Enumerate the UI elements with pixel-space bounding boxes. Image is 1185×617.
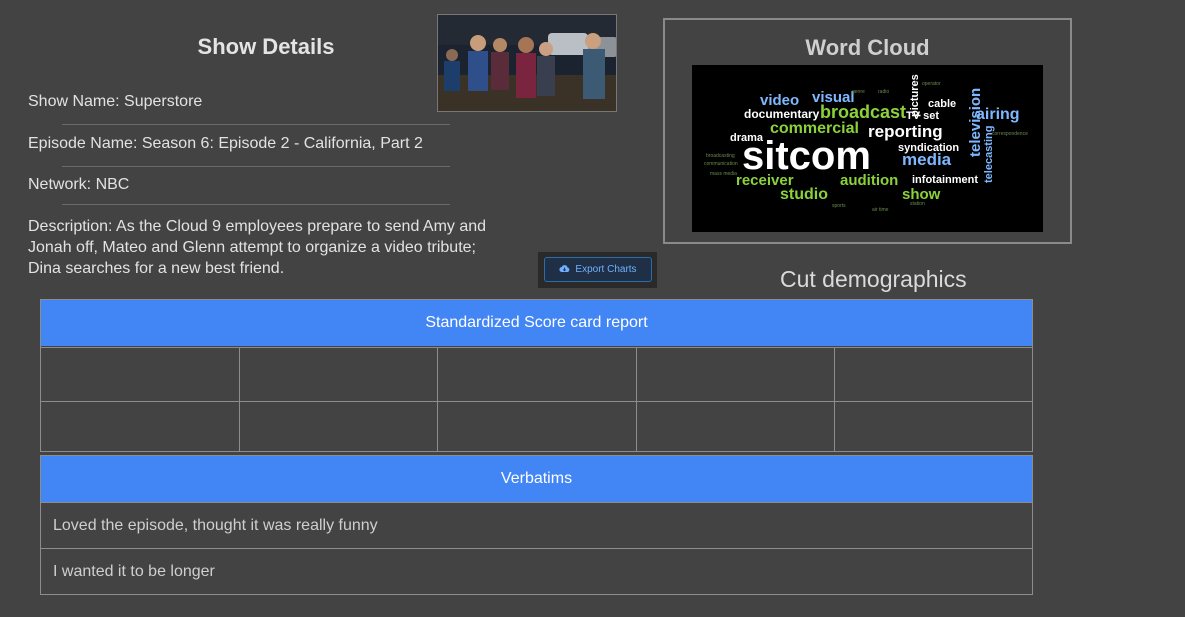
divider bbox=[62, 166, 450, 167]
svg-text:station: station bbox=[910, 201, 925, 207]
word-cloud-image: sitcom broadcast commercial reporting me… bbox=[692, 65, 1043, 232]
cloud-word: audition bbox=[840, 172, 898, 189]
list-item: Loved the episode, thought it was really… bbox=[41, 502, 1032, 548]
svg-text:air time: air time bbox=[872, 207, 889, 213]
table-cell bbox=[637, 401, 835, 451]
table-cell bbox=[41, 401, 240, 451]
episode-thumbnail bbox=[437, 14, 617, 112]
cloud-word: visual bbox=[812, 89, 855, 106]
cloud-word: video bbox=[760, 92, 799, 109]
page: Show Details Show Name: Superstore Episo… bbox=[0, 0, 1185, 617]
table-cell bbox=[835, 401, 1032, 451]
network: Network: NBC bbox=[28, 176, 130, 193]
scorecard-table: Standardized Score card report bbox=[40, 299, 1033, 452]
cloud-word: airing bbox=[976, 106, 1020, 123]
export-charts-label: Export Charts bbox=[575, 264, 637, 275]
svg-text:radio: radio bbox=[878, 89, 889, 95]
cloud-word: infotainment bbox=[912, 174, 978, 186]
scorecard-header: Standardized Score card report bbox=[41, 300, 1032, 346]
cloud-word: drama bbox=[730, 132, 764, 144]
table-cell bbox=[438, 401, 637, 451]
cloud-word: receiver bbox=[736, 172, 794, 189]
scorecard-grid bbox=[41, 347, 1032, 451]
svg-text:operator: operator bbox=[922, 81, 941, 87]
episode-name: Episode Name: Season 6: Episode 2 - Cali… bbox=[28, 135, 423, 152]
svg-text:mass media: mass media bbox=[710, 171, 737, 177]
cloud-word: commercial bbox=[770, 120, 859, 137]
table-cell bbox=[438, 347, 637, 401]
cut-demographics-title: Cut demographics bbox=[780, 266, 967, 292]
cloud-word: pictures bbox=[909, 74, 921, 117]
svg-text:communication: communication bbox=[704, 161, 738, 167]
table-cell bbox=[240, 347, 438, 401]
divider bbox=[62, 124, 450, 125]
show-name: Show Name: Superstore bbox=[28, 93, 203, 110]
export-charts-button[interactable]: Export Charts bbox=[544, 257, 652, 282]
word-cloud-title: Word Cloud bbox=[805, 35, 930, 60]
table-cell bbox=[41, 347, 240, 401]
list-item: I wanted it to be longer bbox=[41, 548, 1032, 594]
verbatims-table: Verbatims Loved the episode, thought it … bbox=[40, 455, 1033, 595]
description: Description: As the Cloud 9 employees pr… bbox=[28, 218, 487, 277]
cloud-word: syndication bbox=[898, 142, 959, 154]
svg-text:sports: sports bbox=[832, 203, 846, 209]
svg-text:genre: genre bbox=[852, 89, 865, 95]
divider bbox=[62, 204, 450, 205]
cloud-download-icon bbox=[559, 264, 570, 276]
table-cell bbox=[637, 347, 835, 401]
cloud-word: documentary bbox=[744, 107, 820, 121]
cloud-word: cable bbox=[928, 98, 956, 110]
cloud-word: reporting bbox=[868, 122, 943, 141]
svg-text:broadcasting: broadcasting bbox=[706, 153, 735, 159]
table-cell bbox=[835, 347, 1032, 401]
table-cell bbox=[240, 401, 438, 451]
show-details-title: Show Details bbox=[197, 34, 335, 59]
word-cloud-panel: Word Cloud sitcom broadcast commercial r… bbox=[663, 18, 1072, 244]
svg-text:correspondence: correspondence bbox=[992, 131, 1028, 137]
verbatims-header: Verbatims bbox=[41, 456, 1032, 502]
export-toolbar: Export Charts bbox=[538, 252, 657, 288]
